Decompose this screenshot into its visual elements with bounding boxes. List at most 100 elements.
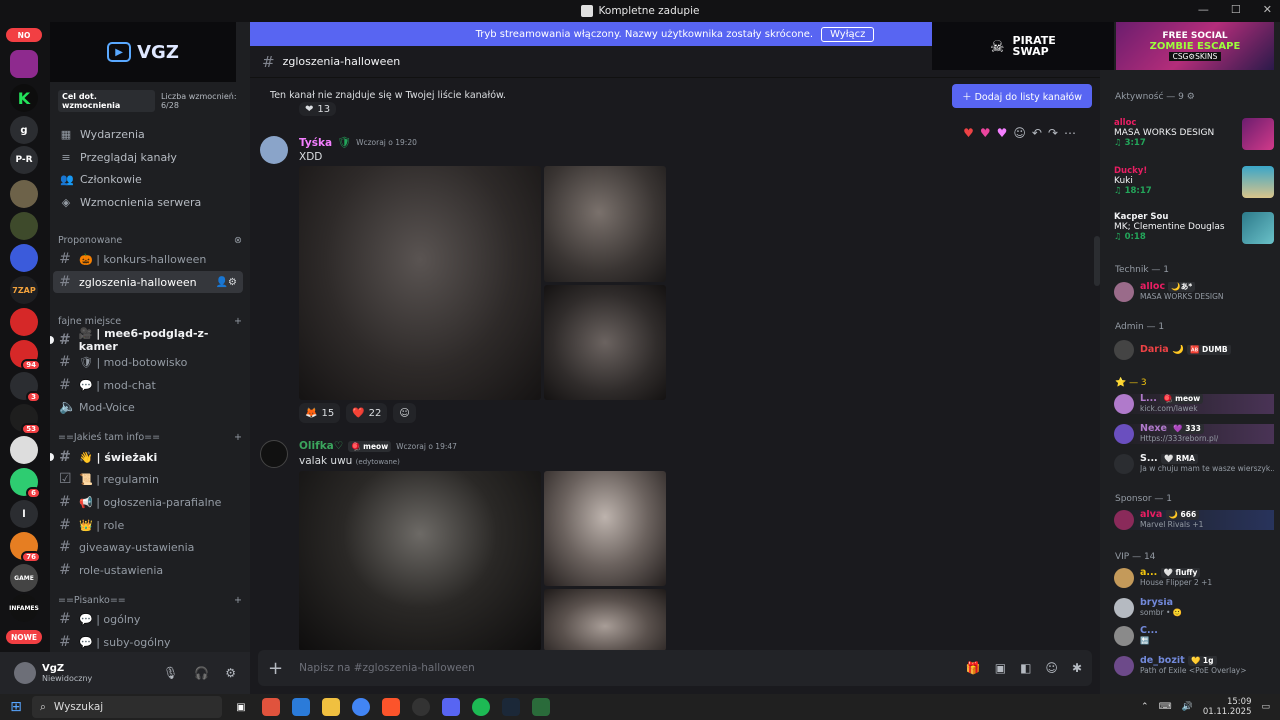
channel-regulamin[interactable]: ☑ 📜 | regulamin [53,468,243,490]
channel-botowisko[interactable]: # 🛡 | mod-botowisko [53,351,243,373]
member-row[interactable]: brysia sombr • 🙂 [1114,598,1274,618]
server-icon[interactable]: 6 [10,468,41,499]
server-icon-pr[interactable]: P-R [10,146,38,174]
windows-start-icon[interactable]: ⊞ [0,699,32,715]
channel-zgloszenia[interactable]: # zgloszenia-halloween 👤⚙ [53,271,243,293]
steam-icon[interactable] [502,698,520,716]
nav-browse-channels[interactable]: ≡ Przeglądaj kanały [58,146,242,168]
activity-card[interactable]: Kacper Sou MK; Clementine Douglas ♫ 0:18 [1114,212,1274,246]
activity-card[interactable]: Ducky! Kuki ♫ 18:17 [1114,166,1274,200]
server-icon-k[interactable]: K [10,84,38,112]
avatar[interactable] [14,662,36,684]
spotify-icon[interactable] [472,698,490,716]
microphone-icon[interactable]: 🎙 [163,666,178,680]
app-icon[interactable] [412,698,430,716]
attachment-image[interactable] [299,471,541,651]
new-badge[interactable]: NO [6,28,42,42]
member-row[interactable]: a... 🤍 fluffy House Flipper 2 +1 [1114,568,1274,588]
activity-card[interactable]: alloc MASA WORKS DESIGN ♫ 3:17 [1114,118,1274,152]
server-icon-g[interactable]: g [10,116,38,144]
channel-ogolny[interactable]: # 💬 | ogólny [53,608,243,630]
member-row[interactable]: S... 🤍 RMA Ja w chuju mam te wasze wiersz… [1114,454,1274,474]
channel-modchat[interactable]: # 💬 | mod-chat [53,374,243,396]
close-icon[interactable]: ✕ [1263,3,1272,16]
reply-icon[interactable]: ↶ [1032,126,1042,140]
chevron-up-icon[interactable]: ⌃ [1141,702,1149,712]
member-row[interactable]: C... 🔚 [1114,626,1274,646]
section-suggested[interactable]: Proponowane ⊗ [58,235,242,246]
section-info[interactable]: ==Jakieś tam info== + [58,432,242,443]
boost-progress[interactable]: Cel dot. wzmocnienia Liczba wzmocnień: 6… [58,90,250,112]
headphones-icon[interactable]: 🎧 [194,666,209,680]
server-icon[interactable]: GAME [10,564,38,592]
channel-modvoice[interactable]: 🔈 Mod-Voice [53,396,243,418]
channel-role[interactable]: # 👑 | role [53,514,243,536]
section-pisanko[interactable]: ==Pisanko== + [58,595,242,606]
forward-icon[interactable]: ↷ [1048,126,1058,140]
reaction[interactable]: 🦊 15 [299,403,341,423]
heart-reaction-icon[interactable]: ♥ [997,126,1008,140]
heart-reaction-icon[interactable]: ♥ [980,126,991,140]
reaction[interactable]: ❤️ 22 [346,403,388,423]
clock[interactable]: 15:09 01.11.2025 [1203,697,1252,717]
attachment-image[interactable] [544,166,666,282]
new-badge[interactable]: NOWE [6,630,42,644]
server-banner[interactable]: ▶ VGZ [50,22,236,82]
heart-reaction-icon[interactable]: ♥ [963,126,974,140]
member-row[interactable]: alva 🌙 666 Marvel Rivals +1 [1114,510,1274,530]
server-icon[interactable]: 3 [10,372,41,403]
add-channel-icon[interactable]: + [234,316,242,327]
settings-icon[interactable]: 👤⚙ [216,277,237,288]
member-row[interactable]: L... 🪀 meow kick.com/lawek [1114,394,1274,414]
nav-members[interactable]: 👥 Członkowie [58,168,242,190]
discord-icon[interactable] [442,698,460,716]
plus-icon[interactable]: + [268,658,283,679]
minimize-icon[interactable]: — [1198,3,1209,16]
app-icon[interactable] [532,698,550,716]
gift-icon[interactable]: 🎁 [966,661,981,675]
member-row[interactable]: Daria 🌙 🆎 DUMB [1114,340,1274,360]
server-icon[interactable]: 94 [10,340,41,371]
brave-icon[interactable] [382,698,400,716]
member-row[interactable]: Nexe 💜 333 Https://333reborn.pl/ [1114,424,1274,444]
channel-konkurs[interactable]: # 🎃 | konkurs-halloween [53,248,243,270]
message-author[interactable]: Olifka♡ [299,440,343,452]
disable-streaming-button[interactable]: Wyłącz [821,26,875,42]
chrome-icon[interactable] [352,698,370,716]
add-to-channel-list-button[interactable]: ＋ Dodaj do listy kanałów [952,84,1092,108]
channel-ogloszenia[interactable]: # 📢 | ogłoszenia-parafialne [53,491,243,513]
gear-icon[interactable]: ⚙ [225,666,236,680]
attachment-image[interactable] [544,471,666,586]
sticker-icon[interactable]: ◧ [1020,661,1031,675]
server-icon-l[interactable]: l [10,500,38,528]
app-icon[interactable] [262,698,280,716]
server-icon[interactable] [10,180,38,208]
server-icon[interactable] [10,436,38,464]
channel-giveaway[interactable]: # giveaway-ustawienia [53,536,243,558]
nav-events[interactable]: ▦ Wydarzenia [58,123,242,145]
server-icon[interactable] [10,308,38,336]
nav-boosts[interactable]: ◈ Wzmocnienia serwera [58,191,242,213]
apps-icon[interactable]: ✱ [1072,661,1082,675]
app-icon[interactable] [292,698,310,716]
close-icon[interactable]: ⊗ [234,235,242,246]
server-icon[interactable] [10,50,38,78]
channel-roleust[interactable]: # role-ustawienia [53,559,243,581]
section-fajne[interactable]: fajne miejsce + [58,316,242,327]
task-view-icon[interactable]: ▣ [232,698,250,716]
server-icon[interactable] [10,212,38,240]
attachment-image[interactable] [299,166,541,400]
member-row[interactable]: de_bozit 💛 1g Path of Exile <PoE Overlay> [1114,656,1274,676]
avatar[interactable] [260,440,288,468]
add-reaction-button[interactable]: ☺ [393,403,416,423]
add-reaction-icon[interactable]: ☺ [1013,126,1026,140]
emoji-icon[interactable]: ☺ [1045,661,1058,675]
server-icon[interactable]: INFAMES [9,594,39,622]
attachment-image[interactable] [544,285,666,400]
reaction[interactable]: ❤ 13 [299,102,337,116]
server-icon[interactable] [10,244,38,272]
member-row[interactable]: alloc 🌙あ* MASA WORKS DESIGN [1114,282,1274,302]
sponsor-banner[interactable]: FREE SOCIAL ZOMBIE ESCAPE CSG⚙SKINS [1116,22,1274,70]
server-icon[interactable]: 53 [10,404,41,435]
channel-suby[interactable]: # 💬 | suby-ogólny [53,631,243,652]
